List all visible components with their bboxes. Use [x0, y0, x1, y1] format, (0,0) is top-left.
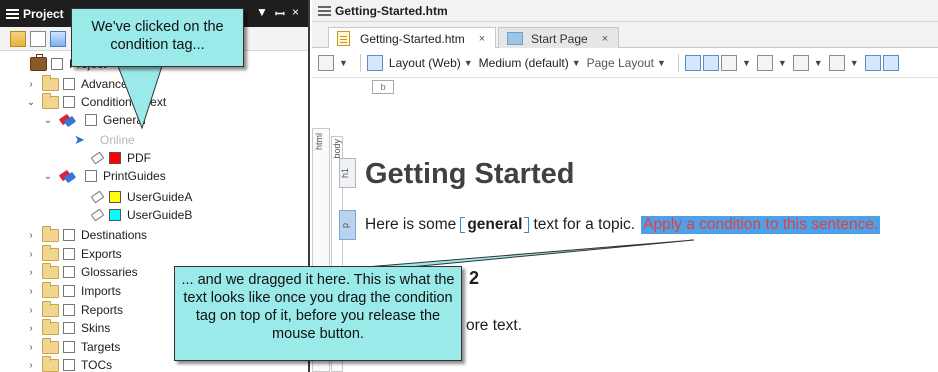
callout-dragged-here: ... and we dragged it here. This is what… — [174, 266, 462, 361]
bottom-callout-pointer — [365, 239, 695, 268]
callout-clicked-condition-tag: We've clicked on the condition tag... — [71, 8, 244, 67]
top-callout-pointer — [117, 65, 163, 130]
